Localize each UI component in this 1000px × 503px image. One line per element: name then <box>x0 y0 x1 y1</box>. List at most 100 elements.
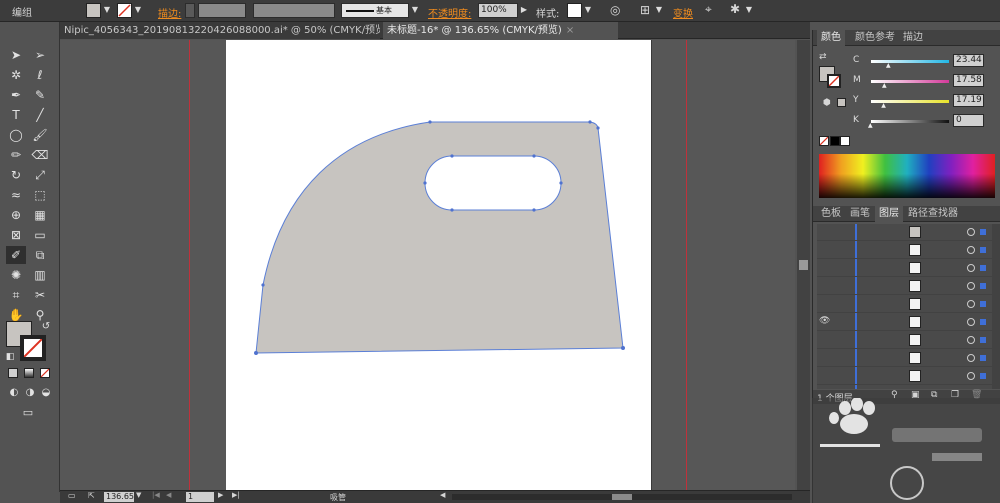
layer-row[interactable] <box>817 368 1000 385</box>
eraser-icon[interactable]: ⌫ <box>30 146 50 164</box>
graph-tool-icon[interactable]: ▥ <box>30 266 50 284</box>
trash-icon[interactable]: 🗑 <box>971 390 982 400</box>
target-circle-icon[interactable] <box>967 246 975 254</box>
last-page-icon[interactable]: ▶| <box>232 491 240 499</box>
tab-document-2[interactable]: 未标题-16* @ 136.65% (CMYK/预览) × <box>383 22 618 39</box>
layer-row[interactable] <box>817 296 1000 313</box>
layer-row[interactable] <box>817 242 1000 259</box>
horizontal-scrollbar[interactable] <box>452 494 792 500</box>
visibility-eye-icon[interactable]: 👁 <box>819 316 830 326</box>
screen-mode-icon[interactable]: ▭ <box>18 404 38 422</box>
layer-row[interactable] <box>817 350 1000 367</box>
slider-m[interactable]: M ▲ 17.58 <box>853 74 997 89</box>
tab-swatches[interactable]: 色板 <box>817 206 845 222</box>
layer-row[interactable]: 👁 <box>817 314 1000 331</box>
selection-square-icon[interactable] <box>980 337 986 343</box>
variable-width-select[interactable] <box>253 3 335 18</box>
clipping-mask-icon[interactable]: ▣ <box>911 390 920 400</box>
blend-tool-icon[interactable]: ⧉ <box>30 246 50 264</box>
iron-handle-hole[interactable] <box>424 155 562 211</box>
lasso-icon[interactable]: ℓ <box>30 66 50 84</box>
options-icon[interactable]: ✱ <box>730 2 740 17</box>
slider-thumb[interactable]: ▲ <box>868 122 873 129</box>
k-value-input[interactable]: 0 <box>953 114 984 127</box>
layer-row[interactable] <box>817 224 1000 241</box>
scrollbar-thumb[interactable] <box>799 260 808 270</box>
graphic-style-swatch[interactable] <box>567 3 582 18</box>
isolate-icon[interactable]: ⌖ <box>705 2 712 17</box>
symbol-sprayer-icon[interactable]: ✺ <box>6 266 26 284</box>
curvature-tool-icon[interactable]: ✎ <box>30 86 50 104</box>
canvas[interactable] <box>60 40 795 490</box>
tab-brushes[interactable]: 画笔 <box>846 206 874 222</box>
stroke-weight-stepper[interactable] <box>185 3 195 18</box>
gamut-swatch[interactable] <box>837 98 846 107</box>
c-value-input[interactable]: 23.44 <box>953 54 984 67</box>
paintbrush-icon[interactable]: 🖌 <box>30 126 50 144</box>
line-tool-icon[interactable]: ╱ <box>30 106 50 124</box>
target-circle-icon[interactable] <box>967 264 975 272</box>
selection-square-icon[interactable] <box>980 283 986 289</box>
none-mode-icon[interactable] <box>40 368 50 378</box>
selection-square-icon[interactable] <box>980 373 986 379</box>
stroke-weight-input[interactable] <box>198 3 246 18</box>
first-page-icon[interactable]: |◀ <box>152 491 160 499</box>
gradient-tool-icon[interactable]: ▭ <box>30 226 50 244</box>
selection-square-icon[interactable] <box>980 319 986 325</box>
selection-square-icon[interactable] <box>980 355 986 361</box>
layer-row[interactable] <box>817 332 1000 349</box>
ellipse-tool-icon[interactable]: ◯ <box>6 126 26 144</box>
color-mode-icon[interactable] <box>8 368 18 378</box>
chevron-down-icon[interactable]: ▼ <box>102 4 112 16</box>
default-colors-icon[interactable]: ◧ <box>0 348 20 366</box>
vertical-scrollbar[interactable] <box>797 40 810 490</box>
selection-square-icon[interactable] <box>980 229 986 235</box>
mesh-tool-icon[interactable]: ⊠ <box>6 226 26 244</box>
slider-c[interactable]: C ▲ 23.44 <box>853 54 997 69</box>
chevron-down-icon[interactable]: ▼ <box>133 4 143 16</box>
artboard-tool-icon[interactable]: ⌗ <box>6 286 26 304</box>
slider-thumb[interactable]: ▲ <box>882 82 887 89</box>
direct-selection-tool-icon[interactable]: ➢ <box>30 46 50 64</box>
tab-color[interactable]: 颜色 <box>817 30 845 46</box>
layer-list[interactable]: 👁 <box>817 224 1000 389</box>
selection-tool-icon[interactable]: ➤ <box>6 46 26 64</box>
selection-square-icon[interactable] <box>980 247 986 253</box>
align-icon[interactable]: ⊞ <box>640 3 650 18</box>
locate-object-icon[interactable]: ⚲ <box>891 390 898 400</box>
target-circle-icon[interactable] <box>967 282 975 290</box>
target-circle-icon[interactable] <box>967 228 975 236</box>
layer-row[interactable] <box>817 278 1000 295</box>
gradient-mode-icon[interactable] <box>24 368 34 378</box>
slider-thumb[interactable]: ▲ <box>881 102 886 109</box>
prev-page-icon[interactable]: ◀ <box>166 491 171 499</box>
new-layer-icon[interactable]: ❐ <box>951 390 959 400</box>
chevron-left-icon[interactable]: ◀ <box>440 491 445 499</box>
draw-inside-icon[interactable]: ◒ <box>36 384 56 402</box>
slider-track[interactable] <box>871 60 949 63</box>
opacity-label[interactable]: 不透明度: <box>428 5 471 20</box>
y-value-input[interactable]: 17.19 <box>953 94 984 107</box>
slider-thumb[interactable]: ▲ <box>886 62 891 69</box>
recolor-icon[interactable]: ◎ <box>610 3 620 18</box>
opacity-input[interactable]: 100% <box>478 3 518 18</box>
slider-track[interactable] <box>871 120 949 123</box>
color-spectrum[interactable] <box>819 154 995 198</box>
pen-tool-icon[interactable]: ✒ <box>6 86 26 104</box>
slider-k[interactable]: K ▲ 0 <box>853 114 997 129</box>
selection-square-icon[interactable] <box>980 265 986 271</box>
chevron-down-icon[interactable]: ▼ <box>136 491 141 499</box>
swap-colors-icon[interactable]: ↺ <box>36 318 56 336</box>
chevron-down-icon[interactable]: ▼ <box>654 4 664 16</box>
m-value-input[interactable]: 17.58 <box>953 74 984 87</box>
target-circle-icon[interactable] <box>967 300 975 308</box>
chevron-down-icon[interactable]: ▼ <box>744 4 754 16</box>
slice-tool-icon[interactable]: ✂ <box>30 286 50 304</box>
iron-body-shape[interactable] <box>255 121 624 354</box>
slider-y[interactable]: Y ▲ 17.19 <box>853 94 997 109</box>
type-tool-icon[interactable]: T <box>6 106 26 124</box>
page-input[interactable]: 1 <box>186 492 214 502</box>
transform-label[interactable]: 变换 <box>673 5 693 20</box>
color-stroke-swatch[interactable] <box>827 74 841 88</box>
scrollbar-thumb[interactable] <box>612 494 632 500</box>
